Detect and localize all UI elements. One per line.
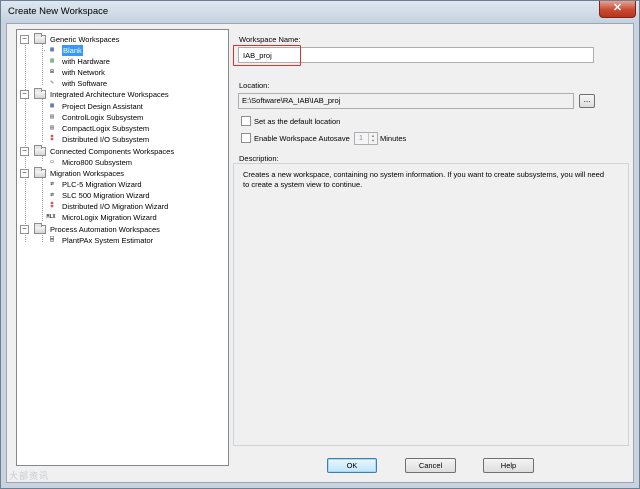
collapse-icon[interactable]: − (20, 90, 29, 99)
tree-line (42, 178, 43, 221)
tree-item-micrologix-migration[interactable]: MLX MicroLogix Migration Wizard (45, 212, 215, 223)
tree-item-plantpax-estimator[interactable]: ⌸ PlantPAx System Estimator (45, 235, 215, 246)
tree-item-label: Distributed I/O Migration Wizard (62, 202, 169, 211)
tree-line (42, 99, 43, 142)
watermark-text: 大部资讯 (9, 471, 50, 481)
collapse-icon[interactable]: − (20, 35, 29, 44)
description-line-1: Creates a new workspace, containing no s… (243, 170, 605, 179)
tree-item-project-design-assistant[interactable]: ▦ Project Design Assistant (45, 101, 215, 112)
help-button[interactable]: Help (483, 458, 534, 473)
location-field[interactable]: E:\Software\RA_IAB\IAB_proj (238, 93, 574, 109)
tree-item-controllogix[interactable]: ▤ ControlLogix Subsystem (45, 112, 215, 123)
tree-item-blank[interactable]: ▦ Blank (42, 45, 215, 56)
workspace-name-label: Workspace Name: (239, 35, 301, 44)
tree-item-micro800[interactable]: ▭ Micro800 Subsystem (45, 157, 215, 168)
tree-group-connected-components[interactable]: − Connected Components Workspaces (20, 145, 220, 157)
browse-button[interactable]: ... (579, 94, 595, 108)
blank-workspace-icon: ▦ (50, 46, 54, 53)
close-icon: ✕ (612, 2, 623, 14)
tree-item-label: PLC-5 Migration Wizard (62, 180, 142, 189)
tree-item-label: Micro800 Subsystem (62, 158, 133, 167)
collapse-icon[interactable]: − (20, 169, 29, 178)
io-icon: ⁑ (50, 135, 54, 142)
create-workspace-dialog: Create New Workspace ✕ − Generic Workspa… (0, 0, 640, 489)
tree-item-label: with Network (62, 68, 105, 77)
folder-icon (34, 33, 46, 44)
tree-line (42, 235, 43, 242)
title-bar[interactable]: Create New Workspace ✕ (1, 1, 639, 23)
tree-group-label: Connected Components Workspaces (50, 147, 175, 156)
cancel-button[interactable]: Cancel (405, 458, 456, 473)
tree-item-distributed-io-migration[interactable]: ⁑ Distributed I/O Migration Wizard (45, 201, 215, 212)
hardware-icon: ▥ (50, 57, 54, 64)
software-icon: ✎ (50, 79, 54, 86)
tree-item-label: SLC 500 Migration Wizard (62, 191, 150, 200)
tree-item-label: Distributed I/O Subsystem (62, 135, 150, 144)
name-highlight-box (233, 45, 301, 66)
tree-line (42, 50, 45, 51)
tree-item-label: MicroLogix Migration Wizard (62, 213, 157, 222)
collapse-icon[interactable]: − (20, 225, 29, 234)
tree-line (25, 43, 26, 242)
design-assistant-icon: ▦ (50, 102, 54, 109)
tree-item-plc5-migration[interactable]: ⇄ PLC-5 Migration Wizard (45, 179, 215, 190)
tree-group-label: Process Automation Workspaces (50, 225, 160, 234)
folder-icon (34, 223, 46, 234)
autosave-minutes-value: 1 (359, 135, 363, 142)
network-icon: ⊞ (50, 68, 54, 75)
tree-item-slc500-migration[interactable]: ⇄ SLC 500 Migration Wizard (45, 190, 215, 201)
folder-icon (34, 145, 46, 156)
chassis-icon: ▤ (50, 124, 54, 131)
tree-item-compactlogix[interactable]: ▤ CompactLogix Subsystem (45, 123, 215, 134)
tree-item-label: CompactLogix Subsystem (62, 124, 150, 133)
location-label: Location: (239, 81, 270, 90)
description-label: Description: (239, 154, 279, 163)
description-line-2: to create a system view to continue. (243, 180, 363, 189)
tree-group-generic-workspaces[interactable]: − Generic Workspaces (20, 33, 220, 45)
tree-group-label: Integrated Architecture Workspaces (50, 90, 169, 99)
tree-item-label: ControlLogix Subsystem (62, 113, 144, 122)
default-location-checkbox[interactable] (241, 116, 251, 126)
tree-group-integrated-architecture[interactable]: − Integrated Architecture Workspaces (20, 88, 220, 100)
tree-group-process-automation[interactable]: − Process Automation Workspaces (20, 223, 220, 235)
default-location-label: Set as the default location (254, 117, 341, 126)
migration-icon: ⇄ (50, 191, 54, 198)
autosave-minutes-spinner[interactable]: 1 ▲ ▼ (354, 132, 378, 145)
mlx-icon: MLX (46, 214, 56, 220)
spin-arrows-icon[interactable]: ▲ ▼ (368, 133, 377, 144)
migration-icon: ⇄ (50, 180, 54, 187)
estimator-icon: ⌸ (50, 236, 54, 243)
minutes-label: Minutes (380, 134, 407, 143)
tree-item-label: Project Design Assistant (62, 102, 143, 111)
ok-button[interactable]: OK (327, 458, 377, 473)
dialog-body: − Generic Workspaces ▦ Blank ▥ with Hard… (6, 23, 634, 483)
tree-group-label: Migration Workspaces (50, 169, 125, 178)
tree-item-label: Blank (62, 45, 83, 56)
tree-item-distributed-io[interactable]: ⁑ Distributed I/O Subsystem (45, 134, 215, 145)
collapse-icon[interactable]: − (20, 147, 29, 156)
tree-item-with-software[interactable]: ✎ with Software (45, 78, 215, 89)
io-icon: ⁑ (50, 202, 54, 209)
tree-item-with-hardware[interactable]: ▥ with Hardware (45, 56, 215, 67)
folder-icon (34, 88, 46, 99)
tree-item-label: with Software (62, 79, 108, 88)
tree-group-migration[interactable]: − Migration Workspaces (20, 167, 220, 179)
autosave-label: Enable Workspace Autosave (254, 134, 350, 143)
tree-group-label: Generic Workspaces (50, 35, 120, 44)
tree-item-label: PlantPAx System Estimator (62, 236, 154, 245)
chassis-icon: ▤ (50, 113, 54, 120)
window-title: Create New Workspace (8, 6, 109, 17)
workspace-type-tree[interactable]: − Generic Workspaces ▦ Blank ▥ with Hard… (16, 29, 229, 466)
tree-item-label: with Hardware (62, 57, 110, 66)
folder-icon (34, 167, 46, 178)
description-panel: Creates a new workspace, containing no s… (233, 163, 629, 446)
autosave-checkbox[interactable] (241, 133, 251, 143)
close-button[interactable]: ✕ (599, 1, 636, 18)
micro-icon: ▭ (50, 158, 54, 165)
tree-item-with-network[interactable]: ⊞ with Network (45, 67, 215, 78)
